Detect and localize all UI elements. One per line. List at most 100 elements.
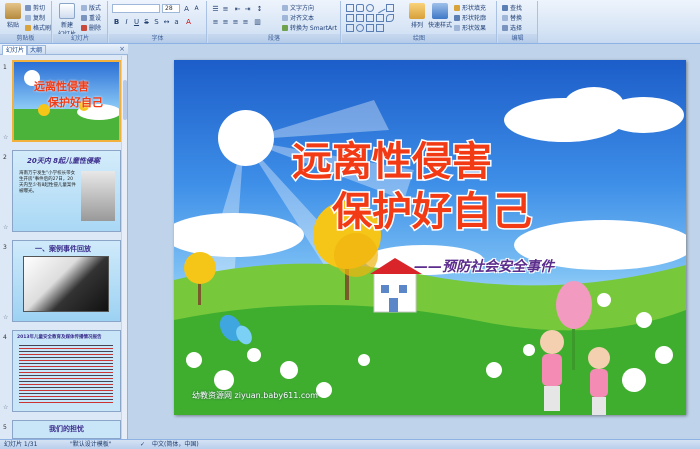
case-button[interactable]: a	[172, 17, 181, 26]
thumb-number: 5	[3, 424, 7, 431]
shape-fill-button[interactable]: 形状填充	[454, 3, 486, 12]
justify-button[interactable]: ≡	[241, 17, 250, 26]
layout-button[interactable]: 版式	[81, 3, 101, 12]
font-size-select[interactable]: 28	[162, 4, 180, 13]
font-color-button[interactable]: A	[184, 17, 193, 26]
clipboard-group-label: 剪贴板	[0, 34, 51, 43]
thumb-number: 1	[3, 64, 7, 71]
arrange-button[interactable]: 排列	[406, 3, 428, 29]
thumb3-photo	[23, 256, 109, 312]
close-pane-icon[interactable]: ×	[119, 45, 125, 53]
spacing-button[interactable]: ↔	[162, 17, 171, 26]
paste-button[interactable]: 粘贴	[2, 3, 24, 29]
new-slide-icon	[59, 3, 75, 19]
replace-button[interactable]: 替换	[502, 13, 522, 22]
increase-indent-button[interactable]: ⇥	[243, 4, 252, 13]
thumb4-body	[19, 343, 113, 403]
shape-star[interactable]	[356, 14, 364, 22]
thumb-animation-icon: ☆	[3, 404, 9, 411]
format-painter-button[interactable]: 格式刷	[25, 23, 51, 32]
strike-button[interactable]: S	[142, 17, 151, 26]
align-text-button[interactable]: 对齐文本	[282, 13, 314, 22]
shape-oval[interactable]	[366, 4, 374, 12]
shrink-font-button[interactable]: A	[192, 4, 201, 13]
thumb-animation-icon: ☆	[3, 134, 9, 141]
font-name-select[interactable]	[112, 4, 160, 13]
find-button[interactable]: 查找	[502, 3, 522, 12]
reset-icon	[81, 14, 87, 21]
select-button[interactable]: 选择	[502, 23, 522, 32]
shape-heart[interactable]	[346, 24, 354, 32]
thumb-animation-icon: ☆	[3, 224, 9, 231]
drawing-group: 排列 快速样式 形状填充 形状轮廓 形状效果 绘图	[342, 1, 497, 43]
shadow-button[interactable]: S	[152, 17, 161, 26]
convert-smartart-button[interactable]: 转换为 SmartArt	[282, 23, 337, 32]
paragraph-group: ☰ ≡ ⇤ ⇥ ↕ ≡ ≡ ≡ ≡ ▥ 文字方向 对齐文本 转换为 SmartA…	[208, 1, 341, 43]
numbering-button[interactable]: ≡	[221, 4, 230, 13]
shape-wave[interactable]	[376, 24, 384, 32]
shape-outline-button[interactable]: 形状轮廓	[454, 13, 486, 22]
effects-icon	[454, 24, 460, 31]
grow-font-button[interactable]: A	[182, 4, 191, 13]
thumb2-body: 海南万宁发生"小学校长带女生开房"事件后的27日，20天内至少有8起性侵儿童案件…	[19, 171, 76, 194]
slide-thumbnail-3[interactable]: 一、案例事件回放	[12, 240, 121, 322]
slide-thumbnail-4[interactable]: 2013年儿童安全教育及媒体传播情况报告	[12, 330, 121, 412]
paragraph-group-label: 段落	[208, 34, 340, 43]
new-slide-button[interactable]: 新建 幻灯片	[55, 3, 79, 38]
shape-effects-button[interactable]: 形状效果	[454, 23, 486, 32]
align-right-button[interactable]: ≡	[231, 17, 240, 26]
quick-styles-button[interactable]: 快速样式	[428, 3, 452, 29]
shape-curve[interactable]	[386, 14, 394, 22]
thumb4-title: 2013年儿童安全教育及媒体传播情况报告	[17, 335, 102, 340]
thumbnails-scrollbar[interactable]	[121, 56, 127, 439]
shape-brace[interactable]	[376, 14, 384, 22]
shape-bracket[interactable]	[366, 24, 374, 32]
thumb2-title: 20天内 8起儿童性侵案	[27, 157, 101, 165]
slide-subtitle[interactable]: ——预防社会安全事件	[414, 256, 554, 276]
slide-canvas[interactable]: 远离性侵害 保护好自己 ——预防社会安全事件 幼教资源网 ziyuan.baby…	[174, 60, 686, 415]
slide-title-line2[interactable]: 保护好自己	[331, 188, 534, 237]
text-direction-button[interactable]: 文字方向	[282, 3, 314, 12]
layout-icon	[81, 4, 87, 11]
shape-arrow[interactable]	[346, 14, 354, 22]
shape-smiley[interactable]	[356, 24, 364, 32]
tab-slides[interactable]: 幻灯片	[2, 45, 29, 55]
quick-styles-icon	[432, 3, 448, 19]
align-text-icon	[282, 14, 288, 21]
columns-button[interactable]: ▥	[253, 17, 262, 26]
bullets-button[interactable]: ☰	[211, 4, 220, 13]
align-center-button[interactable]: ≡	[221, 17, 230, 26]
align-left-button[interactable]: ≡	[211, 17, 220, 26]
copy-button[interactable]: 复制	[25, 13, 45, 22]
slide-title-line1[interactable]: 远离性侵害	[291, 138, 494, 187]
thumb3-title: 一、案例事件回放	[35, 245, 91, 253]
shape-line[interactable]	[374, 2, 386, 14]
text-direction-icon	[282, 4, 288, 11]
slide-watermark: 幼教资源网 ziyuan.baby611.com	[192, 391, 318, 400]
drawing-group-label: 绘图	[342, 34, 496, 43]
shape-callout[interactable]	[366, 14, 374, 22]
thumb1-title-1: 远离性侵害	[34, 80, 89, 93]
scrollbar-thumb[interactable]	[123, 80, 127, 120]
cut-button[interactable]: 剪切	[25, 3, 45, 12]
italic-button[interactable]: I	[122, 17, 131, 26]
decrease-indent-button[interactable]: ⇤	[233, 4, 242, 13]
shape-triangle[interactable]	[386, 4, 394, 12]
clipboard-group: 粘贴 剪切 复制 格式刷 剪贴板	[0, 1, 52, 43]
tab-outline[interactable]: 大纲	[26, 45, 47, 55]
delete-slide-button[interactable]: 删除	[81, 23, 101, 32]
bold-button[interactable]: B	[112, 17, 121, 26]
binoculars-icon	[502, 4, 508, 11]
reset-button[interactable]: 重设	[81, 13, 101, 22]
line-spacing-button[interactable]: ↕	[255, 4, 264, 13]
underline-button[interactable]: U	[132, 17, 141, 26]
slide-thumbnail-2[interactable]: 20天内 8起儿童性侵案 海南万宁发生"小学校长带女生开房"事件后的27日，20…	[12, 150, 121, 232]
slide-thumbnail-5[interactable]: 我们的担忧	[12, 420, 121, 439]
pen-icon	[454, 14, 460, 21]
shape-rounded-rect[interactable]	[356, 4, 364, 12]
thumb-number: 2	[3, 154, 7, 161]
slide-thumbnail-1[interactable]: 远离性侵害 保护好自己	[12, 60, 121, 142]
editing-group: 查找 替换 选择 编辑	[498, 1, 538, 43]
shape-rectangle[interactable]	[346, 4, 354, 12]
paint-bucket-icon	[454, 4, 460, 11]
